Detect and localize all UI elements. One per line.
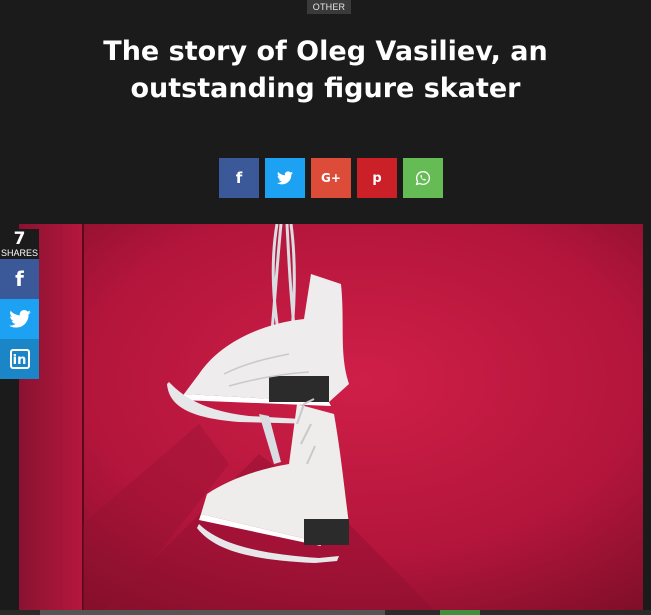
whatsapp-share-button[interactable] xyxy=(403,158,443,198)
side-facebook-button[interactable]: f xyxy=(0,259,39,299)
figure-skates-photo xyxy=(19,224,643,615)
hero-image xyxy=(19,224,643,615)
bottom-bar-accent xyxy=(440,610,480,615)
facebook-icon: f xyxy=(235,169,243,187)
twitter-share-button[interactable] xyxy=(265,158,305,198)
pinterest-icon: p xyxy=(372,170,382,186)
share-count-number: 7 xyxy=(13,229,26,249)
side-twitter-button[interactable] xyxy=(0,299,39,339)
twitter-icon xyxy=(8,310,31,328)
bottom-bar-segment xyxy=(40,610,385,615)
google-plus-icon: G+ xyxy=(321,171,341,185)
google-plus-share-button[interactable]: G+ xyxy=(311,158,351,198)
article-title: The story of Oleg Vasiliev, an outstandi… xyxy=(103,36,548,104)
facebook-icon: f xyxy=(15,267,24,291)
pinterest-share-button[interactable]: p xyxy=(357,158,397,198)
floating-share-bar: 7 SHARES f in xyxy=(0,229,39,379)
twitter-icon xyxy=(277,171,293,185)
linkedin-icon: in xyxy=(9,349,30,369)
share-count-label: SHARES xyxy=(0,248,38,258)
whatsapp-icon xyxy=(415,170,431,186)
share-count: 7 SHARES xyxy=(0,229,39,259)
share-bar: f G+ p xyxy=(219,158,443,198)
facebook-share-button[interactable]: f xyxy=(219,158,259,198)
side-linkedin-button[interactable]: in xyxy=(0,339,39,379)
bottom-bar xyxy=(0,610,651,615)
category-badge[interactable]: OTHER xyxy=(307,0,351,14)
